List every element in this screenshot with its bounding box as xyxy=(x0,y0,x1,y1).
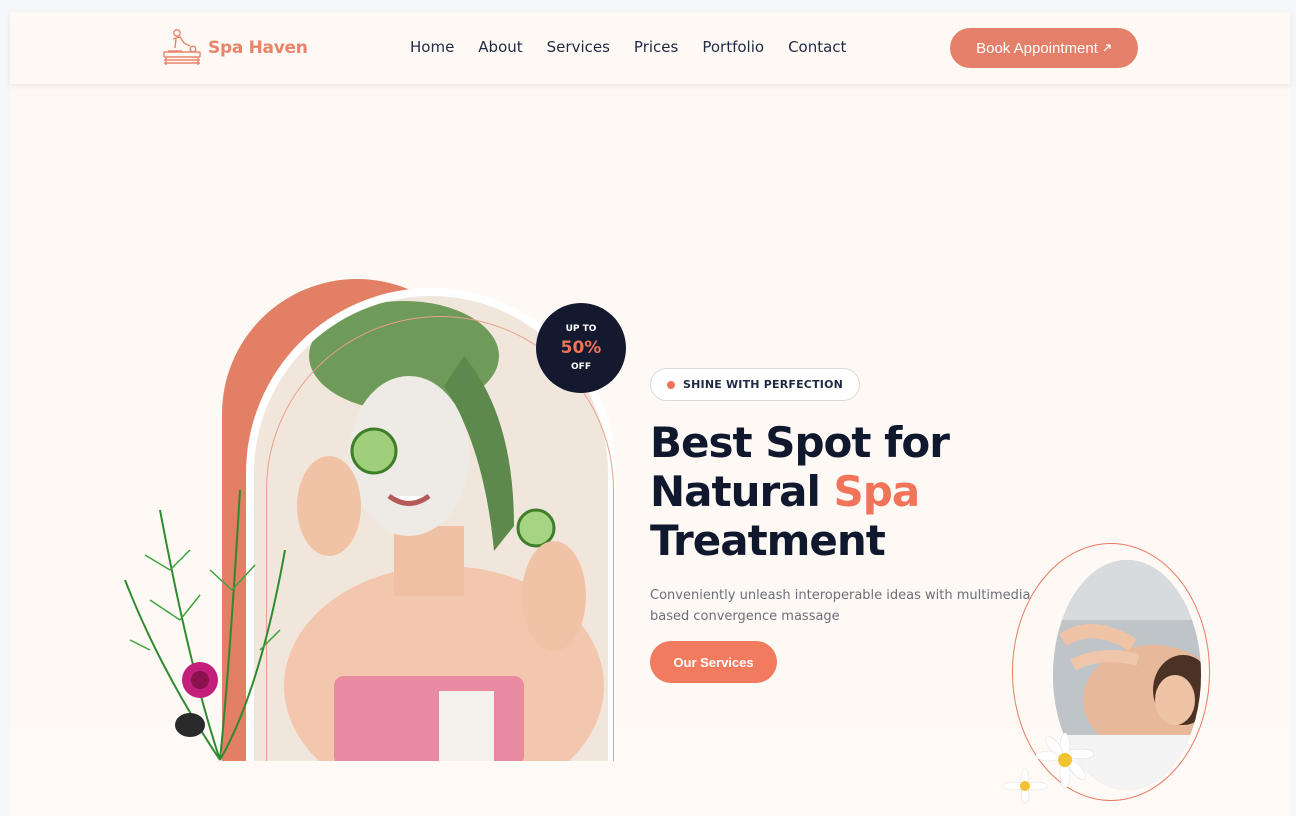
nav-home[interactable]: Home xyxy=(410,38,454,56)
headline-line-2-prefix: Natural xyxy=(650,467,834,516)
main-nav: Home About Services Prices Portfolio Con… xyxy=(410,38,846,56)
headline-line-1: Best Spot for xyxy=(650,418,950,467)
logo[interactable]: Spa Haven xyxy=(160,26,308,70)
hero-headline: Best Spot for Natural Spa Treatment xyxy=(650,418,1090,565)
headline-accent: Spa xyxy=(833,467,921,516)
daisy-flowers-decoration xyxy=(1002,732,1095,804)
arrow-up-right-icon xyxy=(1103,44,1111,52)
badge-up-to: UP TO xyxy=(565,324,597,334)
dot-icon xyxy=(667,380,675,389)
book-appointment-label: Book Appointment xyxy=(976,39,1098,57)
hero-description: Conveniently unleash interoperable ideas… xyxy=(650,588,1031,624)
nav-services[interactable]: Services xyxy=(547,38,610,56)
discount-badge: UP TO 50% OFF xyxy=(536,303,626,393)
site-header: Spa Haven Home About Services Prices Por… xyxy=(10,12,1290,84)
massage-logo-icon xyxy=(163,29,201,65)
headline-line-3: Treatment xyxy=(650,516,886,565)
tagline-pill: SHINE WITH PERFECTION xyxy=(650,368,861,401)
book-appointment-button[interactable]: Book Appointment xyxy=(950,28,1138,68)
nav-portfolio[interactable]: Portfolio xyxy=(702,38,764,56)
brand-name: Spa Haven xyxy=(208,38,308,58)
palm-leaves-decoration xyxy=(124,489,286,761)
our-services-button[interactable]: Our Services xyxy=(650,641,777,683)
nav-prices[interactable]: Prices xyxy=(634,38,678,56)
badge-off: OFF xyxy=(571,362,591,372)
badge-percentage: 50% xyxy=(560,338,602,358)
nav-about[interactable]: About xyxy=(478,38,522,56)
tagline-text: SHINE WITH PERFECTION xyxy=(683,378,844,391)
nav-contact[interactable]: Contact xyxy=(788,38,846,56)
